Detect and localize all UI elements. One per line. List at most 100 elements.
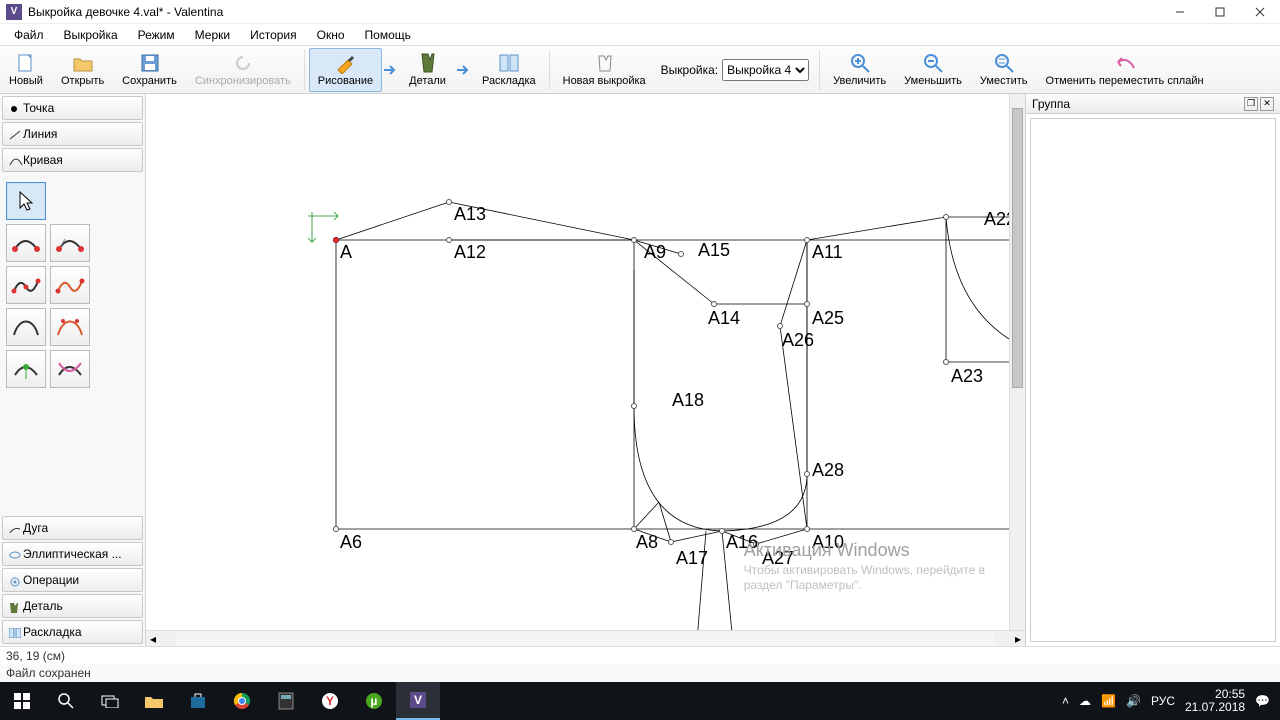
maximize-button[interactable]	[1200, 0, 1240, 24]
sidebar-item-operations[interactable]: Операции	[2, 568, 143, 592]
svg-text:Y: Y	[326, 694, 334, 708]
tool-pointer[interactable]	[6, 182, 46, 220]
menu-file[interactable]: Файл	[4, 26, 54, 44]
draw-mode-button[interactable]: Рисование	[309, 48, 382, 92]
taskbar-app-calc[interactable]	[264, 682, 308, 720]
group-panel-title: Группа	[1032, 97, 1070, 111]
label-A12: A12	[454, 242, 486, 263]
taskbar-app-store[interactable]	[176, 682, 220, 720]
tray-volume-icon[interactable]: 🔊	[1126, 694, 1141, 708]
sidebar-item-arc[interactable]: Дуга	[2, 516, 143, 540]
task-view-icon[interactable]	[88, 682, 132, 720]
taskbar-app-yandex[interactable]: Y	[308, 682, 352, 720]
zoom-fit-button[interactable]: Уместить	[971, 48, 1037, 92]
line-icon	[9, 130, 17, 138]
tool-spline-path-handle[interactable]	[50, 266, 90, 304]
pattern-select[interactable]: Выкройка 4	[722, 59, 809, 81]
point-A16[interactable]	[719, 528, 725, 534]
minimize-button[interactable]	[1160, 0, 1200, 24]
tray-clock[interactable]: 20:5521.07.2018	[1185, 688, 1245, 714]
sidebar-item-detail[interactable]: Деталь	[2, 594, 143, 618]
save-button[interactable]: Сохранить	[113, 48, 186, 92]
group-list[interactable]	[1030, 118, 1276, 642]
label-A10: A10	[812, 532, 844, 553]
panel-float-button[interactable]: ❐	[1244, 97, 1258, 111]
sidebar-item-line[interactable]: Линия	[2, 122, 143, 146]
origin-point[interactable]	[333, 237, 339, 243]
sidebar-item-layout[interactable]: Раскладка	[2, 620, 143, 644]
point-A23[interactable]	[943, 359, 949, 365]
panel-close-button[interactable]: ✕	[1260, 97, 1274, 111]
menu-pattern[interactable]: Выкройка	[54, 26, 128, 44]
label-A28: A28	[812, 460, 844, 481]
new-pattern-button[interactable]: Новая выкройка	[554, 48, 655, 92]
horizontal-scrollbar[interactable]: ◂▸	[146, 630, 1025, 646]
tool-point-on-curve[interactable]	[6, 350, 46, 388]
tool-spline-path[interactable]	[6, 266, 46, 304]
point-A10[interactable]	[804, 526, 810, 532]
taskbar-app-explorer[interactable]	[132, 682, 176, 720]
details-mode-button[interactable]: Детали	[400, 48, 455, 92]
tray-chevron-icon[interactable]: ˄	[1062, 694, 1069, 708]
vertical-scrollbar[interactable]	[1009, 94, 1025, 630]
ellipse-icon	[9, 550, 17, 558]
point-A25[interactable]	[804, 301, 810, 307]
tray-language[interactable]: РУС	[1151, 694, 1175, 708]
drawing-canvas[interactable]: AA6A7A2A21A22A23A24A12A13A9A15A14A11A25A…	[146, 94, 1025, 630]
system-tray[interactable]: ˄ ☁ 📶 🔊 РУС 20:5521.07.2018 💬	[1052, 688, 1280, 714]
point-A6[interactable]	[333, 526, 339, 532]
titlebar: V Выкройка девочке 4.val* - Valentina	[0, 0, 1280, 24]
menu-mode[interactable]: Режим	[128, 26, 185, 44]
close-button[interactable]	[1240, 0, 1280, 24]
sidebar-item-point[interactable]: Точка	[2, 96, 143, 120]
canvas-container: AA6A7A2A21A22A23A24A12A13A9A15A14A11A25A…	[146, 94, 1025, 646]
point-A13[interactable]	[446, 199, 452, 205]
taskbar-app-valentina[interactable]: V	[396, 682, 440, 720]
label-A25: A25	[812, 308, 844, 329]
point-A14[interactable]	[711, 301, 717, 307]
zoom-out-button[interactable]: Уменьшить	[895, 48, 971, 92]
tool-cubic-bezier-points[interactable]	[50, 308, 90, 346]
zoom-in-button[interactable]: Увеличить	[824, 48, 895, 92]
taskbar-app-utorrent[interactable]: µ	[352, 682, 396, 720]
search-icon[interactable]	[44, 682, 88, 720]
menu-measurements[interactable]: Мерки	[185, 26, 240, 44]
taskbar-app-chrome[interactable]	[220, 682, 264, 720]
gear-icon	[9, 576, 17, 584]
new-button[interactable]: Новый	[0, 48, 52, 92]
point-A26[interactable]	[777, 323, 783, 329]
point-A15[interactable]	[678, 251, 684, 257]
label-A9: A9	[644, 242, 666, 263]
tool-intersect-curves[interactable]	[50, 350, 90, 388]
sync-button[interactable]: Синхронизировать	[186, 48, 300, 92]
layout-mode-button[interactable]: Раскладка	[473, 48, 545, 92]
tool-spline[interactable]	[6, 224, 46, 262]
tray-onedrive-icon[interactable]: ☁	[1079, 694, 1091, 708]
start-button[interactable]	[0, 682, 44, 720]
tool-cubic-bezier[interactable]	[6, 308, 46, 346]
point-A28[interactable]	[804, 471, 810, 477]
label-A26: A26	[782, 330, 814, 351]
tray-network-icon[interactable]: 📶	[1101, 694, 1116, 708]
sidebar-item-elliptic[interactable]: Эллиптическая ...	[2, 542, 143, 566]
layout-icon	[9, 628, 17, 636]
undo-spline-button[interactable]: Отменить переместить сплайн	[1037, 48, 1213, 92]
sidebar-item-curve[interactable]: Кривая	[2, 148, 143, 172]
point-A12[interactable]	[446, 237, 452, 243]
point-A11[interactable]	[804, 237, 810, 243]
menu-window[interactable]: Окно	[307, 26, 355, 44]
point-A17[interactable]	[668, 539, 674, 545]
point-A22[interactable]	[943, 214, 949, 220]
label-A14: A14	[708, 308, 740, 329]
tray-notifications-icon[interactable]: 💬	[1255, 694, 1270, 708]
point-A18[interactable]	[631, 403, 637, 409]
detail-icon	[9, 602, 17, 610]
open-button[interactable]: Открыть	[52, 48, 113, 92]
menu-help[interactable]: Помощь	[355, 26, 421, 44]
menu-history[interactable]: История	[240, 26, 307, 44]
label-A8: A8	[636, 532, 658, 553]
tool-spline-handle[interactable]	[50, 224, 90, 262]
label-A23: A23	[951, 366, 983, 387]
label-A11: A11	[812, 242, 843, 263]
point-A9[interactable]	[631, 237, 637, 243]
